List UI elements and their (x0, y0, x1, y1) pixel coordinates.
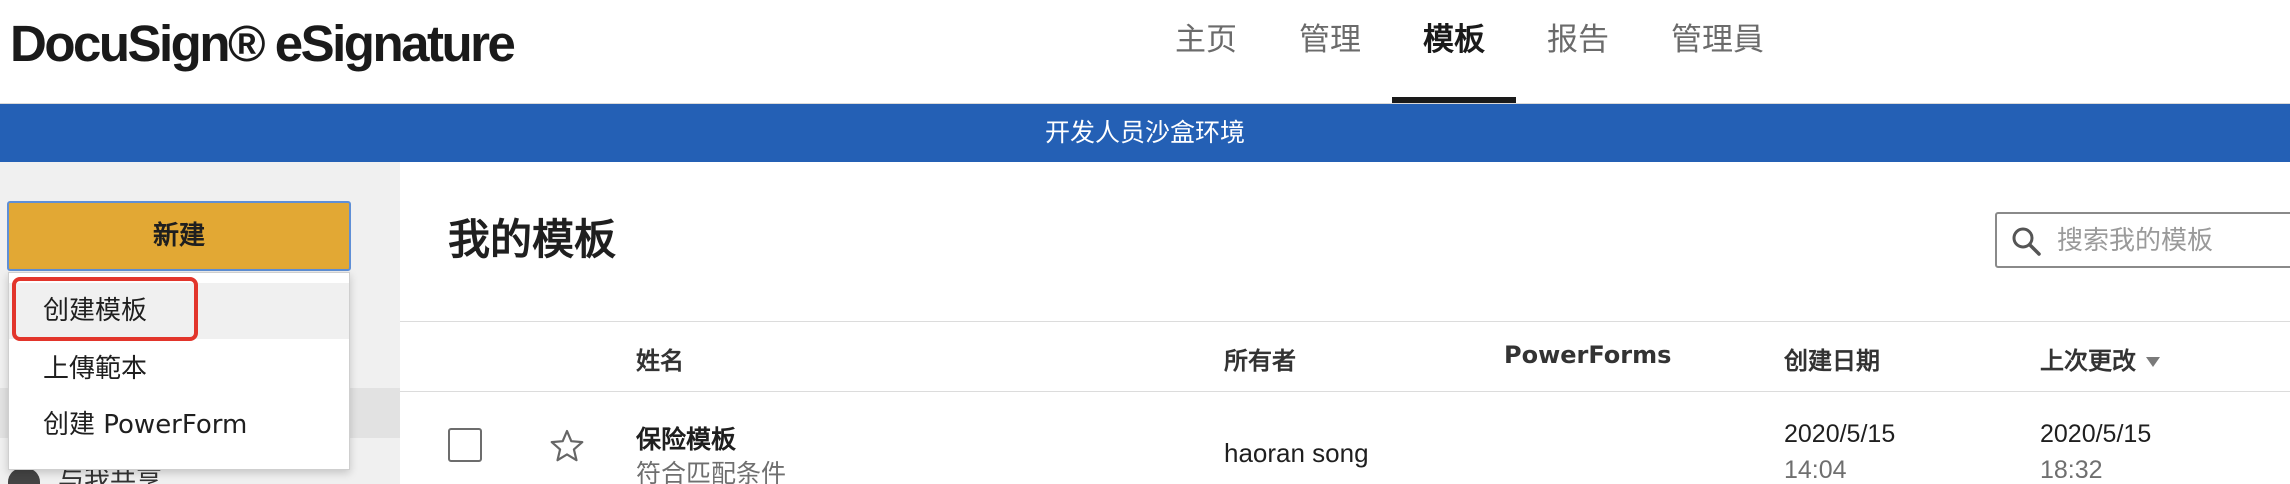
table-header-divider (400, 391, 2290, 392)
template-name[interactable]: 保险模板 (636, 420, 736, 456)
sandbox-banner: 开发人员沙盒环境 (0, 104, 2290, 162)
search-box[interactable] (1995, 212, 2290, 268)
column-header-created-date[interactable]: 创建日期 (1784, 341, 1880, 376)
menu-item-create-template[interactable]: 创建模板 (9, 283, 349, 339)
nav-reports[interactable]: 报告 (1516, 0, 1640, 103)
people-icon (8, 468, 40, 484)
column-header-name[interactable]: 姓名 (636, 341, 684, 376)
template-status: 符合匹配条件 (636, 459, 787, 484)
new-dropdown-menu: 创建模板 上傳範本 创建 PowerForm (8, 272, 350, 470)
nav-templates[interactable]: 模板 (1392, 0, 1516, 103)
top-header: DocuSign® eSignature 主页 管理 模板 报告 管理員 (0, 0, 2290, 104)
created-time: 14:04 (1784, 456, 1847, 484)
menu-item-upload-template[interactable]: 上傳範本 (9, 341, 349, 397)
column-header-label: 上次更改 (2040, 347, 2136, 375)
search-input[interactable] (2055, 220, 2290, 262)
new-button[interactable]: 新建 (7, 201, 351, 271)
nav-admin[interactable]: 管理員 (1640, 0, 1795, 103)
nav-home[interactable]: 主页 (1144, 0, 1268, 103)
column-header-powerforms[interactable]: PowerForms (1504, 341, 1671, 369)
page-title: 我的模板 (448, 215, 617, 264)
sort-desc-icon[interactable] (2146, 357, 2160, 367)
created-date: 2020/5/15 (1784, 420, 1896, 448)
star-icon[interactable] (550, 429, 584, 463)
row-checkbox[interactable] (448, 428, 482, 462)
menu-item-create-powerform[interactable]: 创建 PowerForm (9, 397, 349, 453)
table-divider (400, 321, 2290, 322)
main-nav: 主页 管理 模板 报告 管理員 (1144, 0, 1795, 103)
column-header-owner[interactable]: 所有者 (1224, 341, 1296, 376)
nav-manage[interactable]: 管理 (1268, 0, 1392, 103)
modified-time: 18:32 (2040, 456, 2103, 484)
column-header-last-modified[interactable]: 上次更改 (2040, 341, 2160, 376)
search-icon (2012, 227, 2041, 256)
docusign-logo[interactable]: DocuSign® eSignature (10, 14, 516, 73)
template-owner: haoran song (1224, 438, 1369, 468)
docusign-templates-page: DocuSign® eSignature 主页 管理 模板 报告 管理員 开发人… (0, 0, 2290, 484)
modified-date: 2020/5/15 (2040, 420, 2152, 448)
